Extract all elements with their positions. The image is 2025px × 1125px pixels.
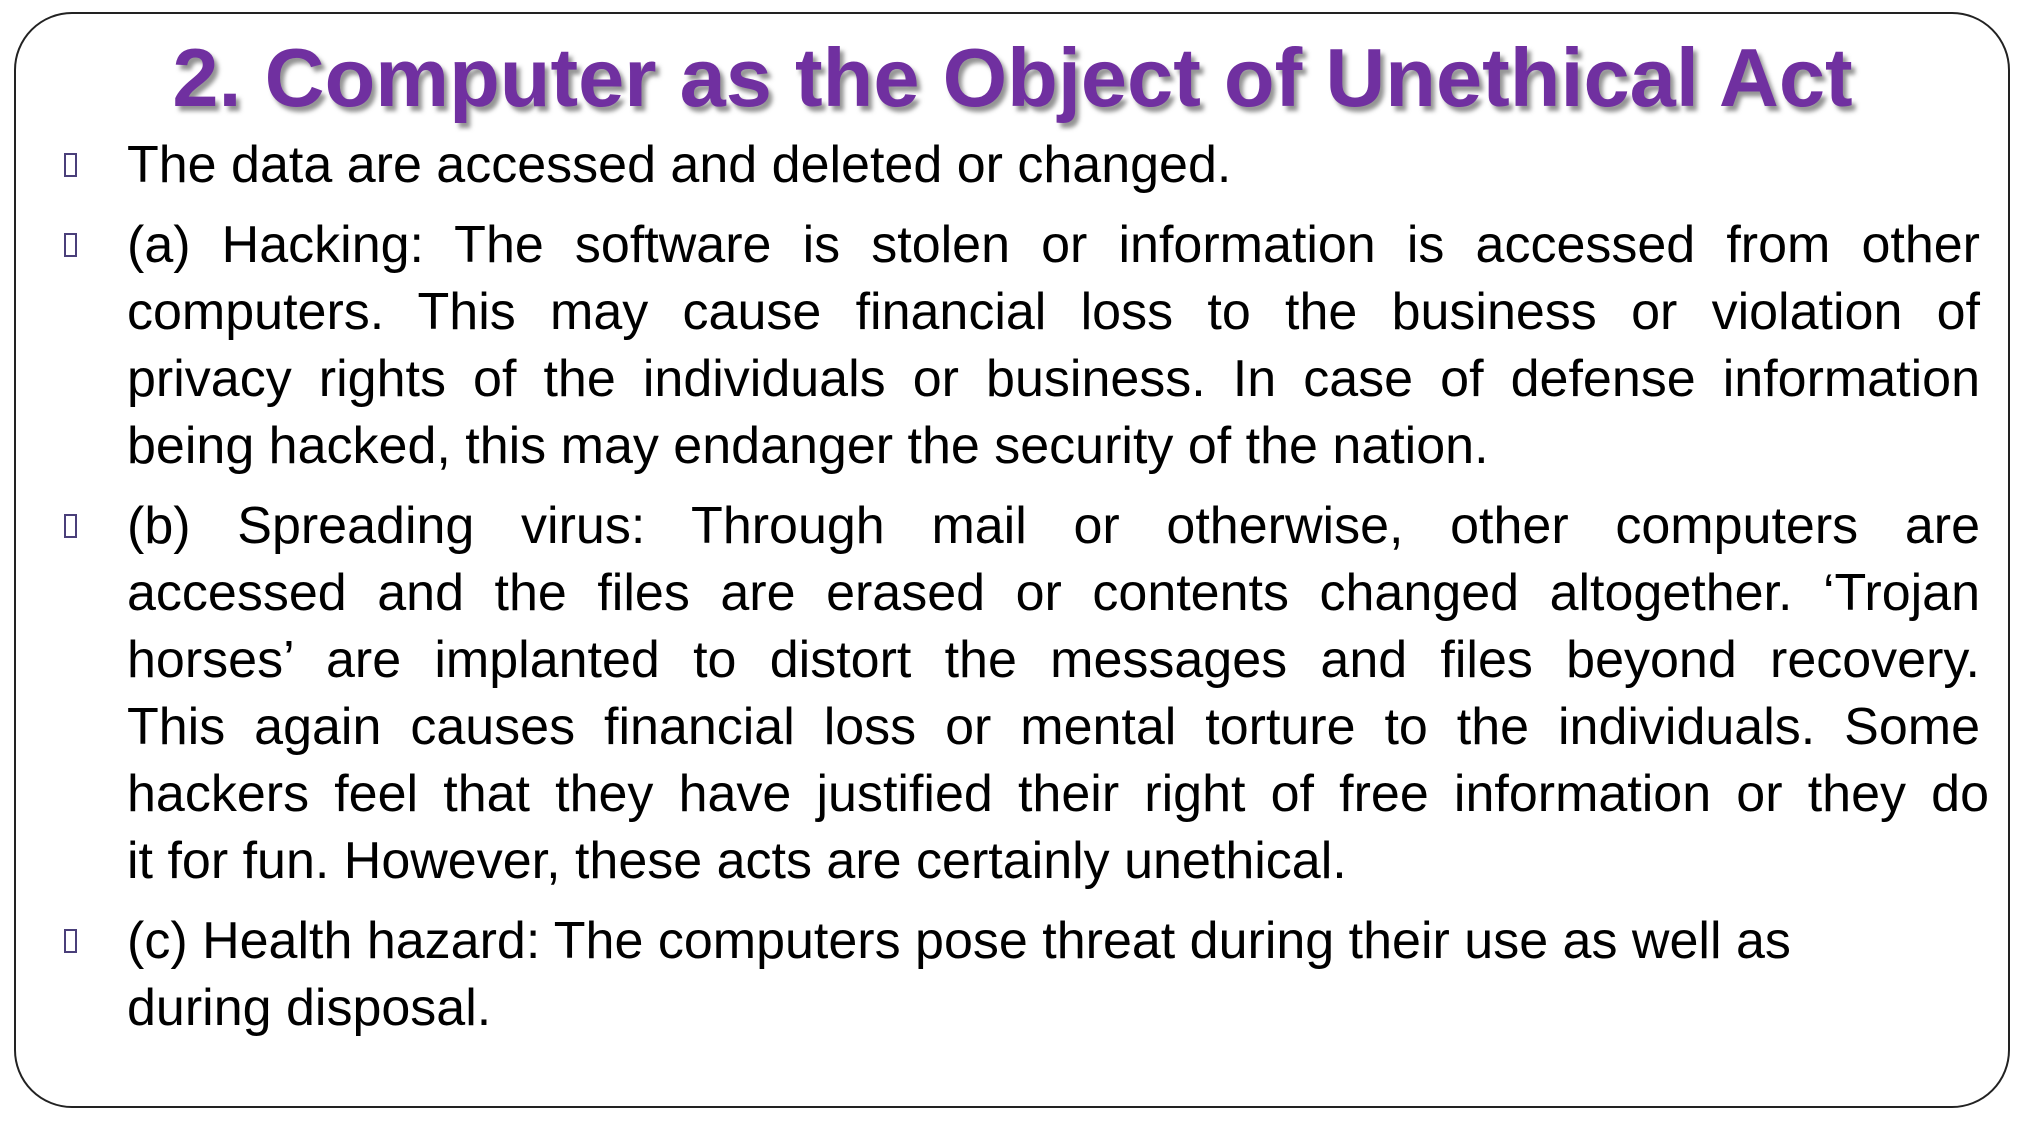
bullet-text-line: (b) Spreading virus: Through mail or oth… [127, 497, 1980, 555]
bullet-box-icon [64, 514, 77, 538]
bullet-item: (c) Health hazard: The computers pose th… [0, 908, 2025, 1042]
bullet-text-line: This again causes financial loss or ment… [127, 698, 1980, 756]
bullet-box-icon [64, 153, 77, 177]
bullet-text-line: The data are accessed and deleted or cha… [127, 136, 1232, 194]
bullet-text-line: horses’ are implanted to distort the mes… [127, 631, 1980, 689]
bullet-text-line: during disposal. [127, 979, 492, 1037]
bullet-item: (b) Spreading virus: Through mail or oth… [0, 493, 2025, 895]
slide-title: 2. Computer as the Object of Unethical A… [172, 31, 1853, 124]
bullet-box-icon [64, 233, 77, 257]
bullet-text-line: (c) Health hazard: The computers pose th… [127, 912, 1791, 970]
bullet-text-line: computers. This may cause financial loss… [127, 283, 1980, 341]
bullet-text-line: being hacked, this may endanger the secu… [127, 417, 1489, 475]
bullet-text-line: accessed and the files are erased or con… [127, 564, 1980, 622]
bullet-text-line: hackers feel that they have justified th… [127, 765, 1989, 823]
bullet-item: (a) Hacking: The software is stolen or i… [0, 212, 2025, 480]
bullet-text-line: (a) Hacking: The software is stolen or i… [127, 216, 1980, 274]
bullet-list: The data are accessed and deleted or cha… [0, 132, 2025, 1055]
bullet-box-icon [64, 929, 77, 953]
bullet-text-line: it for fun. However, these acts are cert… [127, 832, 1347, 890]
bullet-text-line: privacy rights of the individuals or bus… [127, 350, 1980, 408]
bullet-item: The data are accessed and deleted or cha… [0, 132, 2025, 199]
